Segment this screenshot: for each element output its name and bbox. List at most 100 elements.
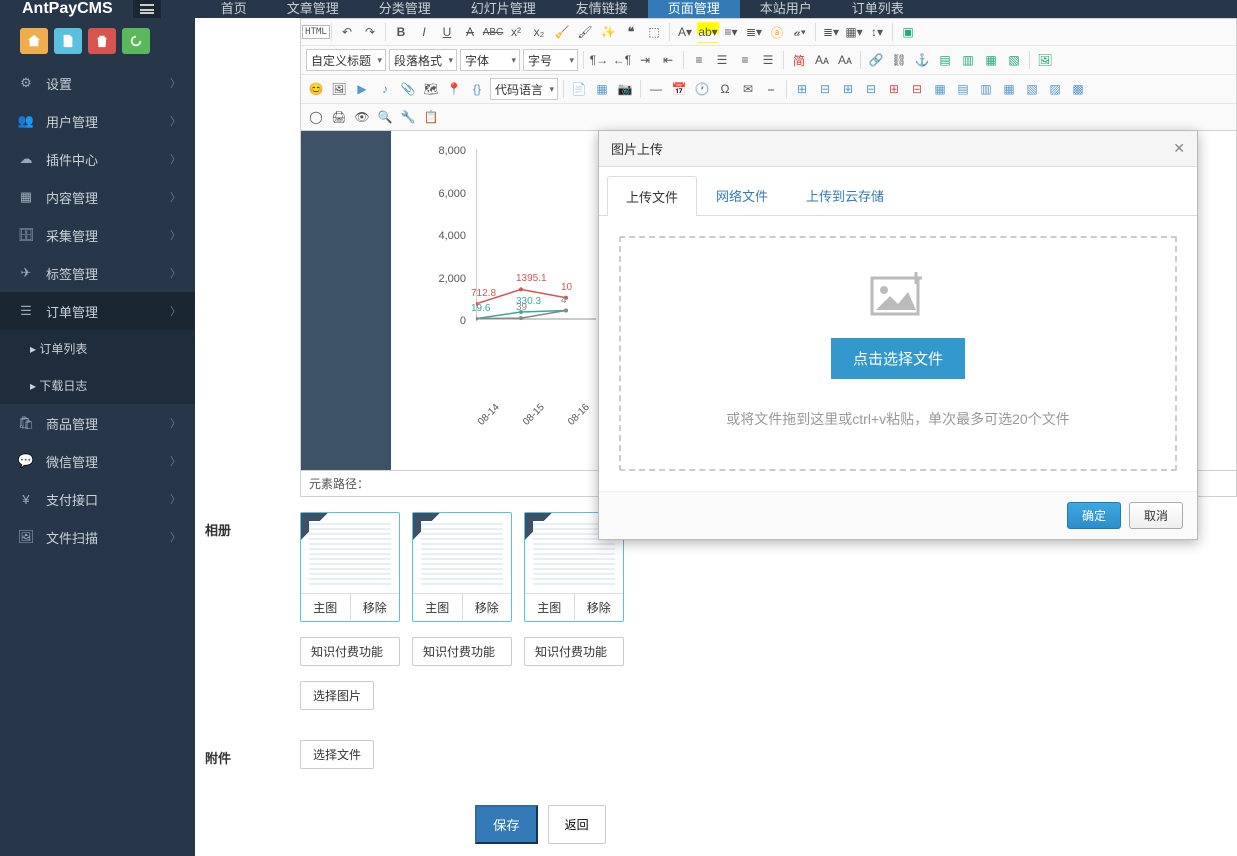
sidebar-item-3[interactable]: ▦内容管理〉 (0, 178, 195, 216)
merge-icon[interactable]: ▦ (929, 78, 951, 100)
gmap-icon[interactable]: 📍 (443, 78, 465, 100)
del-col-icon[interactable]: ⊟ (906, 78, 928, 100)
redo-button[interactable]: ↷ (359, 21, 381, 43)
clear-format-icon[interactable]: ✨ (597, 21, 619, 43)
select-image-button[interactable]: 选择图片 (300, 681, 374, 710)
modal-tab-0[interactable]: 上传文件 (607, 176, 697, 216)
indent-button[interactable]: ¶→ (588, 49, 610, 71)
modal-close-icon[interactable]: ✕ (1173, 140, 1185, 157)
modal-cancel-button[interactable]: 取消 (1129, 502, 1183, 529)
cell3-icon[interactable]: ▧ (1021, 78, 1043, 100)
gallery-thumb[interactable] (301, 513, 399, 593)
ins-col-icon[interactable]: ⊞ (883, 78, 905, 100)
format-brush-icon[interactable]: 🖌 (574, 21, 596, 43)
src-button[interactable]: HTML (305, 21, 327, 43)
eraser-icon[interactable]: 🧹 (551, 21, 573, 43)
pre-button[interactable]: ⬚ (643, 21, 665, 43)
cell2-icon[interactable]: ▦ (998, 78, 1020, 100)
sidebar-sub-1[interactable]: ▸ 下载日志 (0, 367, 195, 404)
linespace-button[interactable]: ↕▾ (866, 21, 888, 43)
cell4-icon[interactable]: ▨ (1044, 78, 1066, 100)
modal-tab-2[interactable]: 上传到云存储 (787, 175, 903, 215)
top-menu-4[interactable]: 友情链接 (556, 0, 648, 18)
img-align-button[interactable]: ▦▾ (843, 21, 865, 43)
emoji-icon[interactable]: 😊 (305, 78, 327, 100)
strike-button[interactable]: A (459, 21, 481, 43)
underline-button[interactable]: U (436, 21, 458, 43)
sidebar-item-7[interactable]: 🛍商品管理〉 (0, 404, 195, 442)
paste-icon[interactable]: 📋 (420, 106, 442, 128)
sidebar-item-9[interactable]: ¥支付接口〉 (0, 480, 195, 518)
ol-button[interactable]: ≣▾ (743, 21, 765, 43)
unlink-icon[interactable]: ⛓ (888, 49, 910, 71)
rtl-button[interactable]: ⇤ (657, 49, 679, 71)
table-icon[interactable]: ▦ (591, 78, 613, 100)
circle-icon[interactable]: ◯ (305, 106, 327, 128)
pagebreak-icon[interactable]: ⎯ (760, 78, 782, 100)
quick-btn-trash[interactable] (88, 28, 116, 54)
char-icon[interactable]: ✉ (737, 78, 759, 100)
sidebar-item-1[interactable]: 👥用户管理〉 (0, 102, 195, 140)
preview-icon[interactable]: 👁 (351, 106, 373, 128)
image-icon[interactable]: 🖼 (1034, 49, 1056, 71)
font-aa-button[interactable]: Aᴀ (811, 49, 833, 71)
attach-icon[interactable]: 📎 (397, 78, 419, 100)
gallery-main-button[interactable]: 主图 (413, 594, 463, 621)
video-icon[interactable]: ▶ (351, 78, 373, 100)
align-justify-button[interactable]: ☰ (757, 49, 779, 71)
ins-row-icon[interactable]: ⊞ (837, 78, 859, 100)
valign-button[interactable]: ≣▾ (820, 21, 842, 43)
split-icon[interactable]: ▤ (952, 78, 974, 100)
fontsize-select[interactable]: 字号 (523, 49, 578, 71)
img-right-icon[interactable]: ▦ (980, 49, 1002, 71)
image2-icon[interactable]: 🖼 (328, 78, 350, 100)
italic-button[interactable]: I (413, 21, 435, 43)
gallery-tag-2[interactable]: 知识付费功能 (524, 637, 624, 666)
omega-icon[interactable]: Ω (714, 78, 736, 100)
date-icon[interactable]: 📅 (668, 78, 690, 100)
img-center-icon[interactable]: ▥ (957, 49, 979, 71)
top-menu-6[interactable]: 本站用户 (740, 0, 832, 18)
ltr-button[interactable]: ⇥ (634, 49, 656, 71)
top-menu-2[interactable]: 分类管理 (359, 0, 451, 18)
link-icon[interactable]: 🔗 (865, 49, 887, 71)
wrench-icon[interactable]: 🔧 (397, 106, 419, 128)
bg-color-button[interactable]: ab▾ (697, 21, 719, 43)
gallery-main-button[interactable]: 主图 (525, 594, 575, 621)
img-left-icon[interactable]: ▤ (934, 49, 956, 71)
font-aa2-button[interactable]: Aᴀ (834, 49, 856, 71)
quick-btn-file[interactable] (54, 28, 82, 54)
font-color-button[interactable]: A▾ (674, 21, 696, 43)
sidebar-item-5[interactable]: ✈标签管理〉 (0, 254, 195, 292)
gallery-main-button[interactable]: 主图 (301, 594, 351, 621)
top-menu-7[interactable]: 订单列表 (832, 0, 924, 18)
code-icon[interactable]: {} (466, 78, 488, 100)
modal-tab-1[interactable]: 网络文件 (697, 175, 787, 215)
sidebar-item-8[interactable]: 💬微信管理〉 (0, 442, 195, 480)
outdent-button[interactable]: ←¶ (611, 49, 633, 71)
ins-table-icon[interactable]: ⊞ (791, 78, 813, 100)
snap-icon[interactable]: 📷 (614, 78, 636, 100)
sidebar-sub-0[interactable]: ▸ 订单列表 (0, 330, 195, 367)
doc-icon[interactable]: 📄 (568, 78, 590, 100)
img-none-icon[interactable]: ▧ (1003, 49, 1025, 71)
dropzone[interactable]: 点击选择文件 或将文件拖到这里或ctrl+v粘贴，单次最多可选20个文件 (619, 236, 1177, 471)
sidebar-item-0[interactable]: ⚙设置〉 (0, 64, 195, 102)
gallery-remove-button[interactable]: 移除 (463, 594, 512, 621)
del-row-icon[interactable]: ⊟ (860, 78, 882, 100)
align-left-button[interactable]: ≡ (688, 49, 710, 71)
undo-button[interactable]: ↶ (336, 21, 358, 43)
gallery-thumb[interactable] (413, 513, 511, 593)
back-button[interactable]: 返回 (548, 805, 606, 844)
trad-button[interactable]: 简 (788, 49, 810, 71)
a-button[interactable]: ⓐ (766, 21, 788, 43)
select-file-button[interactable]: 选择文件 (300, 740, 374, 769)
print-icon[interactable]: 🖨 (328, 106, 350, 128)
case-button[interactable]: 𝒶▾ (789, 21, 811, 43)
modal-ok-button[interactable]: 确定 (1067, 502, 1121, 529)
gallery-remove-button[interactable]: 移除 (575, 594, 624, 621)
gallery-tag-0[interactable]: 知识付费功能 (300, 637, 400, 666)
custom-title-select[interactable]: 自定义标题 (306, 49, 386, 71)
quick-btn-home[interactable] (20, 28, 48, 54)
hr-icon[interactable]: — (645, 78, 667, 100)
